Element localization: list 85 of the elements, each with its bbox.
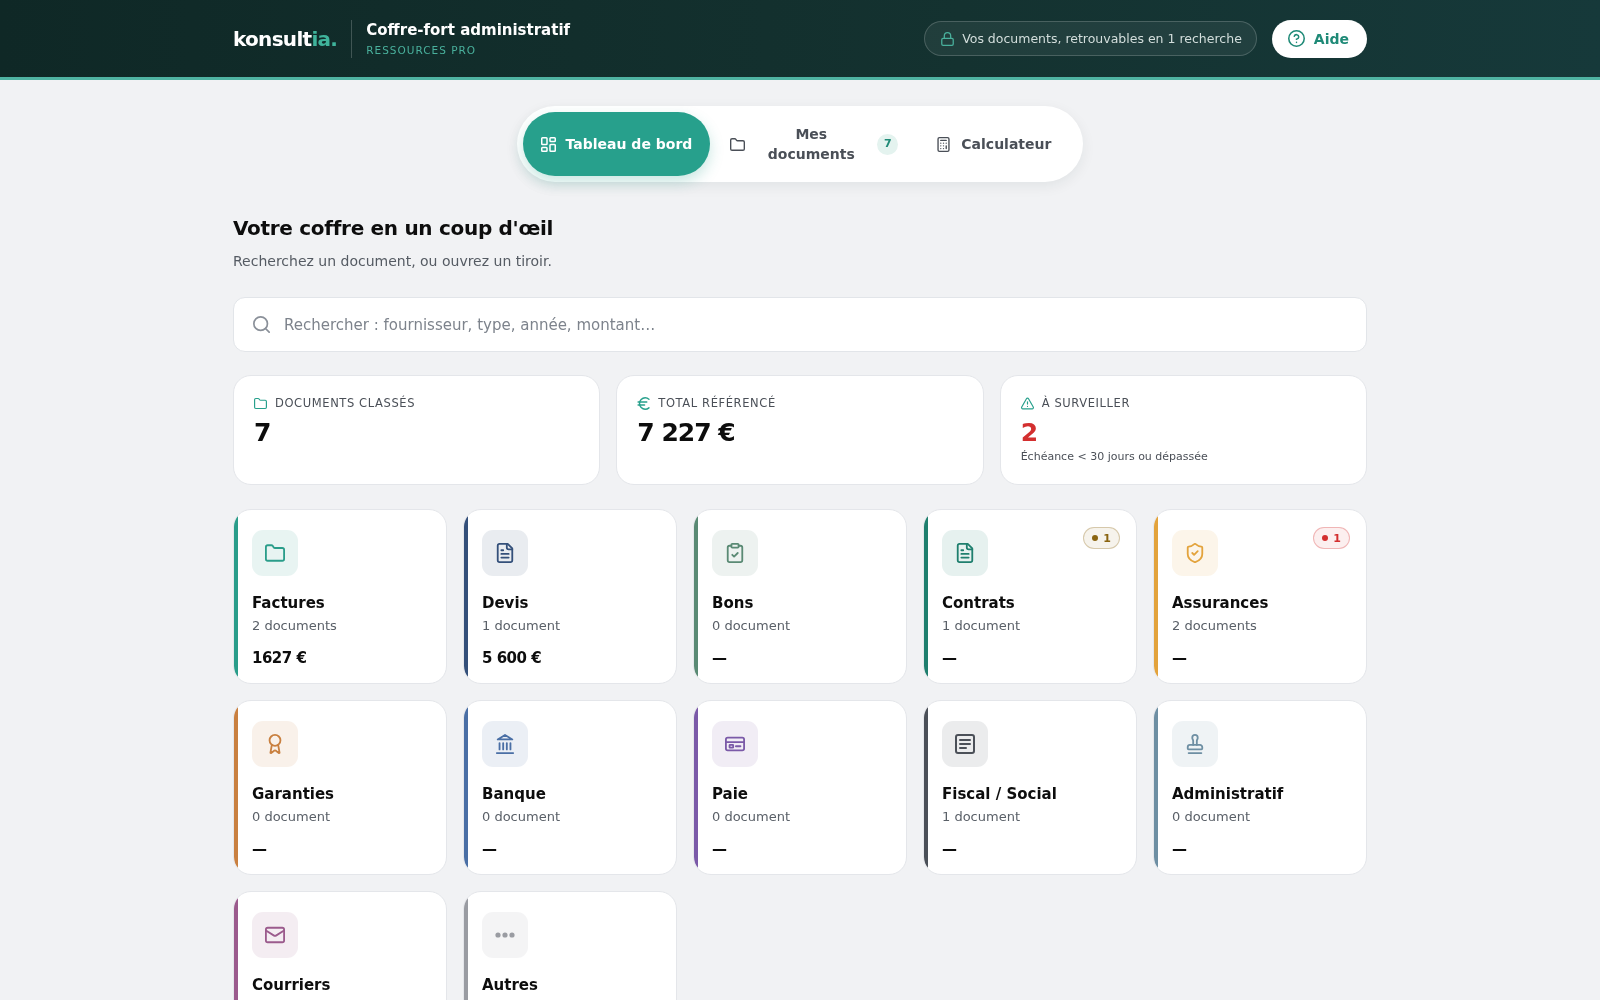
category-amount: — — [942, 648, 958, 669]
category-title: Contrats — [942, 593, 1016, 614]
category-amount: — — [482, 839, 498, 860]
category-title: Fiscal / Social — [942, 784, 1058, 805]
stat-label: TOTAL RÉFÉRENCÉ — [658, 396, 776, 410]
document-count: 1 document — [942, 808, 1021, 826]
category-card[interactable]: 1 Assurances 2 documents — — [1153, 509, 1367, 684]
document-count: 0 document — [482, 808, 561, 826]
stat-note: Échéance < 30 jours ou dépassée — [1020, 449, 1209, 464]
document-count: 2 documents — [252, 617, 338, 635]
lock-icon — [941, 31, 955, 46]
app-subtitle: RESSOURCES PRO — [366, 44, 478, 56]
search-icon — [253, 316, 270, 333]
folder-icon — [252, 530, 298, 576]
tab[interactable]: Mes documents 7 — [712, 112, 917, 176]
category-title: Devis — [482, 593, 530, 614]
folder-icon — [254, 396, 267, 410]
category-title: Banque — [482, 784, 547, 805]
dashboard-icon — [540, 136, 556, 152]
category-title: Garanties — [252, 784, 336, 805]
mail-icon — [252, 912, 298, 958]
category-title: Bons — [712, 593, 755, 614]
badge-count: 1 — [1103, 531, 1111, 545]
count-badge: 7 — [877, 133, 899, 155]
tagline-text: Vos documents, retrouvables en 1 recherche — [962, 31, 1242, 46]
category-card[interactable]: Garanties 0 document — — [233, 700, 447, 875]
ellipsis-icon — [482, 912, 528, 958]
category-title: Factures — [252, 593, 326, 614]
document-icon — [942, 530, 988, 576]
help-button[interactable]: Aide — [1271, 19, 1367, 58]
badge-count: 1 — [1333, 531, 1341, 545]
category-amount: 5 600 € — [482, 648, 543, 669]
logo[interactable]: konsultia. — [233, 26, 338, 51]
document-count: 1 document — [482, 617, 561, 635]
document-icon — [482, 530, 528, 576]
category-card[interactable]: Autres — [463, 891, 677, 1000]
category-card[interactable]: Devis 1 document 5 600 € — [463, 509, 677, 684]
clipboard-check-icon — [712, 530, 758, 576]
category-card[interactable]: Courriers — [233, 891, 447, 1000]
help-icon — [1287, 30, 1305, 47]
category-amount: — — [942, 839, 958, 860]
award-ribbon-icon — [252, 721, 298, 767]
stamp-icon — [1172, 721, 1218, 767]
category-card[interactable]: Banque 0 document — — [463, 700, 677, 875]
category-title: Assurances — [1172, 593, 1270, 614]
document-count: 0 document — [712, 617, 791, 635]
tab[interactable]: Calculateur — [918, 112, 1070, 176]
card-icon — [712, 721, 758, 767]
section-title: Votre coffre en un coup d'œil — [233, 215, 555, 242]
category-card[interactable]: Administratif 0 document — — [1153, 700, 1367, 875]
app-title: Coffre-fort administratif — [366, 21, 571, 39]
document-count: 0 document — [1172, 808, 1251, 826]
stat-label: DOCUMENTS CLASSÉS — [275, 396, 416, 410]
category-title: Autres — [482, 975, 539, 996]
category-card[interactable]: 1 Contrats 1 document — — [923, 509, 1137, 684]
category-title: Courriers — [252, 975, 332, 996]
category-amount: — — [712, 839, 728, 860]
category-amount: — — [712, 648, 728, 669]
document-count: 2 documents — [1172, 617, 1258, 635]
category-card[interactable]: Fiscal / Social 1 document — — [923, 700, 1137, 875]
shield-check-icon — [1172, 530, 1218, 576]
document-lines-icon — [942, 721, 988, 767]
document-count: 0 document — [252, 808, 331, 826]
category-title: Administratif — [1172, 784, 1285, 805]
stat-value: 2 — [1020, 417, 1039, 449]
category-amount: — — [1172, 839, 1188, 860]
section-subtitle: Recherchez un document, ou ouvrez un tiroir. — [233, 252, 553, 271]
calculator-icon — [936, 136, 952, 152]
category-card[interactable]: Paie 0 document — — [693, 700, 907, 875]
search-field[interactable]: Rechercher : fournisseur, type, année, montant… — [233, 297, 1367, 352]
folder-icon — [730, 136, 746, 152]
category-amount: — — [252, 839, 268, 860]
document-count: 0 document — [712, 808, 791, 826]
warning-icon — [1020, 396, 1034, 410]
document-count: 1 document — [942, 617, 1021, 635]
stat-value: 7 — [254, 417, 272, 449]
category-amount: — — [1172, 648, 1188, 669]
category-amount: 1627 € — [252, 648, 308, 669]
euro-icon — [637, 396, 651, 410]
bank-icon — [482, 721, 528, 767]
category-title: Paie — [712, 784, 750, 805]
stat-value: 7 227 € — [637, 417, 736, 449]
stat-label: À SURVEILLER — [1041, 396, 1131, 410]
category-card[interactable]: Factures 2 documents 1627 € — [233, 509, 447, 684]
category-card[interactable]: Bons 0 document — — [693, 509, 907, 684]
